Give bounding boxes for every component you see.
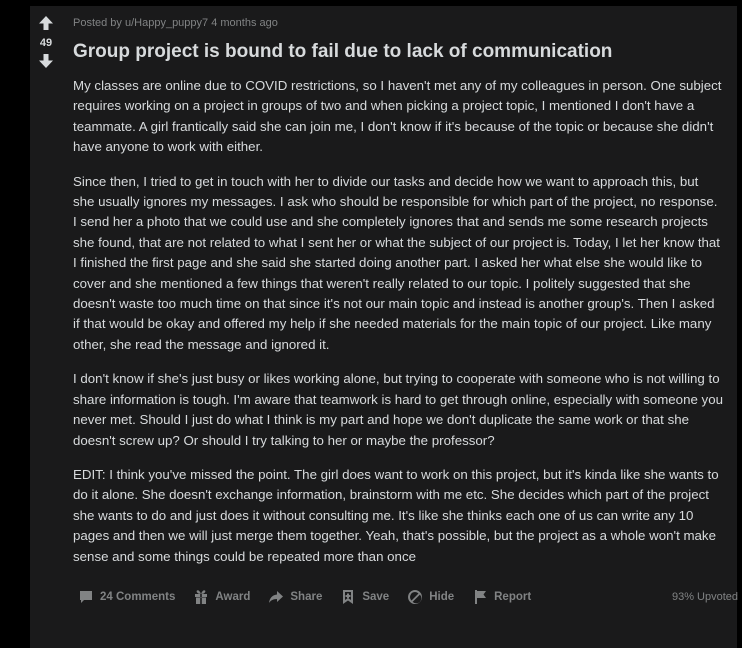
share-button[interactable]: Share <box>268 589 322 605</box>
upvote-ratio: 93% Upvoted <box>671 591 738 603</box>
vote-score: 49 <box>39 37 53 49</box>
save-button[interactable]: Save <box>340 589 389 605</box>
comments-label: 24 Comments <box>100 591 176 603</box>
award-button[interactable]: Award <box>193 589 250 605</box>
save-label: Save <box>362 591 390 603</box>
share-label: Share <box>290 591 323 603</box>
report-button[interactable]: Report <box>472 589 531 605</box>
award-label: Award <box>215 591 251 603</box>
bookmark-icon <box>343 590 354 604</box>
vote-column: 49 <box>30 6 62 69</box>
post-paragraph: My classes are online due to COVID restr… <box>73 78 722 155</box>
comments-button[interactable]: 24 Comments <box>78 589 175 605</box>
post-title: Group project is bound to fail due to la… <box>73 41 613 62</box>
post-body: My classes are online due to COVID restr… <box>73 76 723 567</box>
hide-circle-icon <box>408 590 423 604</box>
post-paragraph: EDIT: I think you've missed the point. T… <box>73 466 719 564</box>
post-actions-bar: 24 Comments Award Share Save Hide Report… <box>78 589 738 605</box>
hide-button[interactable]: Hide <box>407 589 454 605</box>
post-content: Posted by u/Happy_puppy7 4 months ago Gr… <box>73 6 723 581</box>
upvote-icon[interactable] <box>38 15 54 31</box>
post-paragraph: Since then, I tried to get in touch with… <box>73 173 720 352</box>
post-paragraph: I don't know if she's just busy or likes… <box>73 371 723 448</box>
comment-icon <box>80 591 92 603</box>
gift-icon <box>195 590 208 604</box>
report-label: Report <box>494 591 532 603</box>
post-meta[interactable]: Posted by u/Happy_puppy7 4 months ago <box>73 16 723 30</box>
flag-icon <box>475 590 487 604</box>
share-arrow-icon <box>269 591 284 603</box>
downvote-icon[interactable] <box>38 53 54 69</box>
hide-label: Hide <box>429 591 455 603</box>
post-card: 49 Posted by u/Happy_puppy7 4 months ago… <box>30 6 738 648</box>
